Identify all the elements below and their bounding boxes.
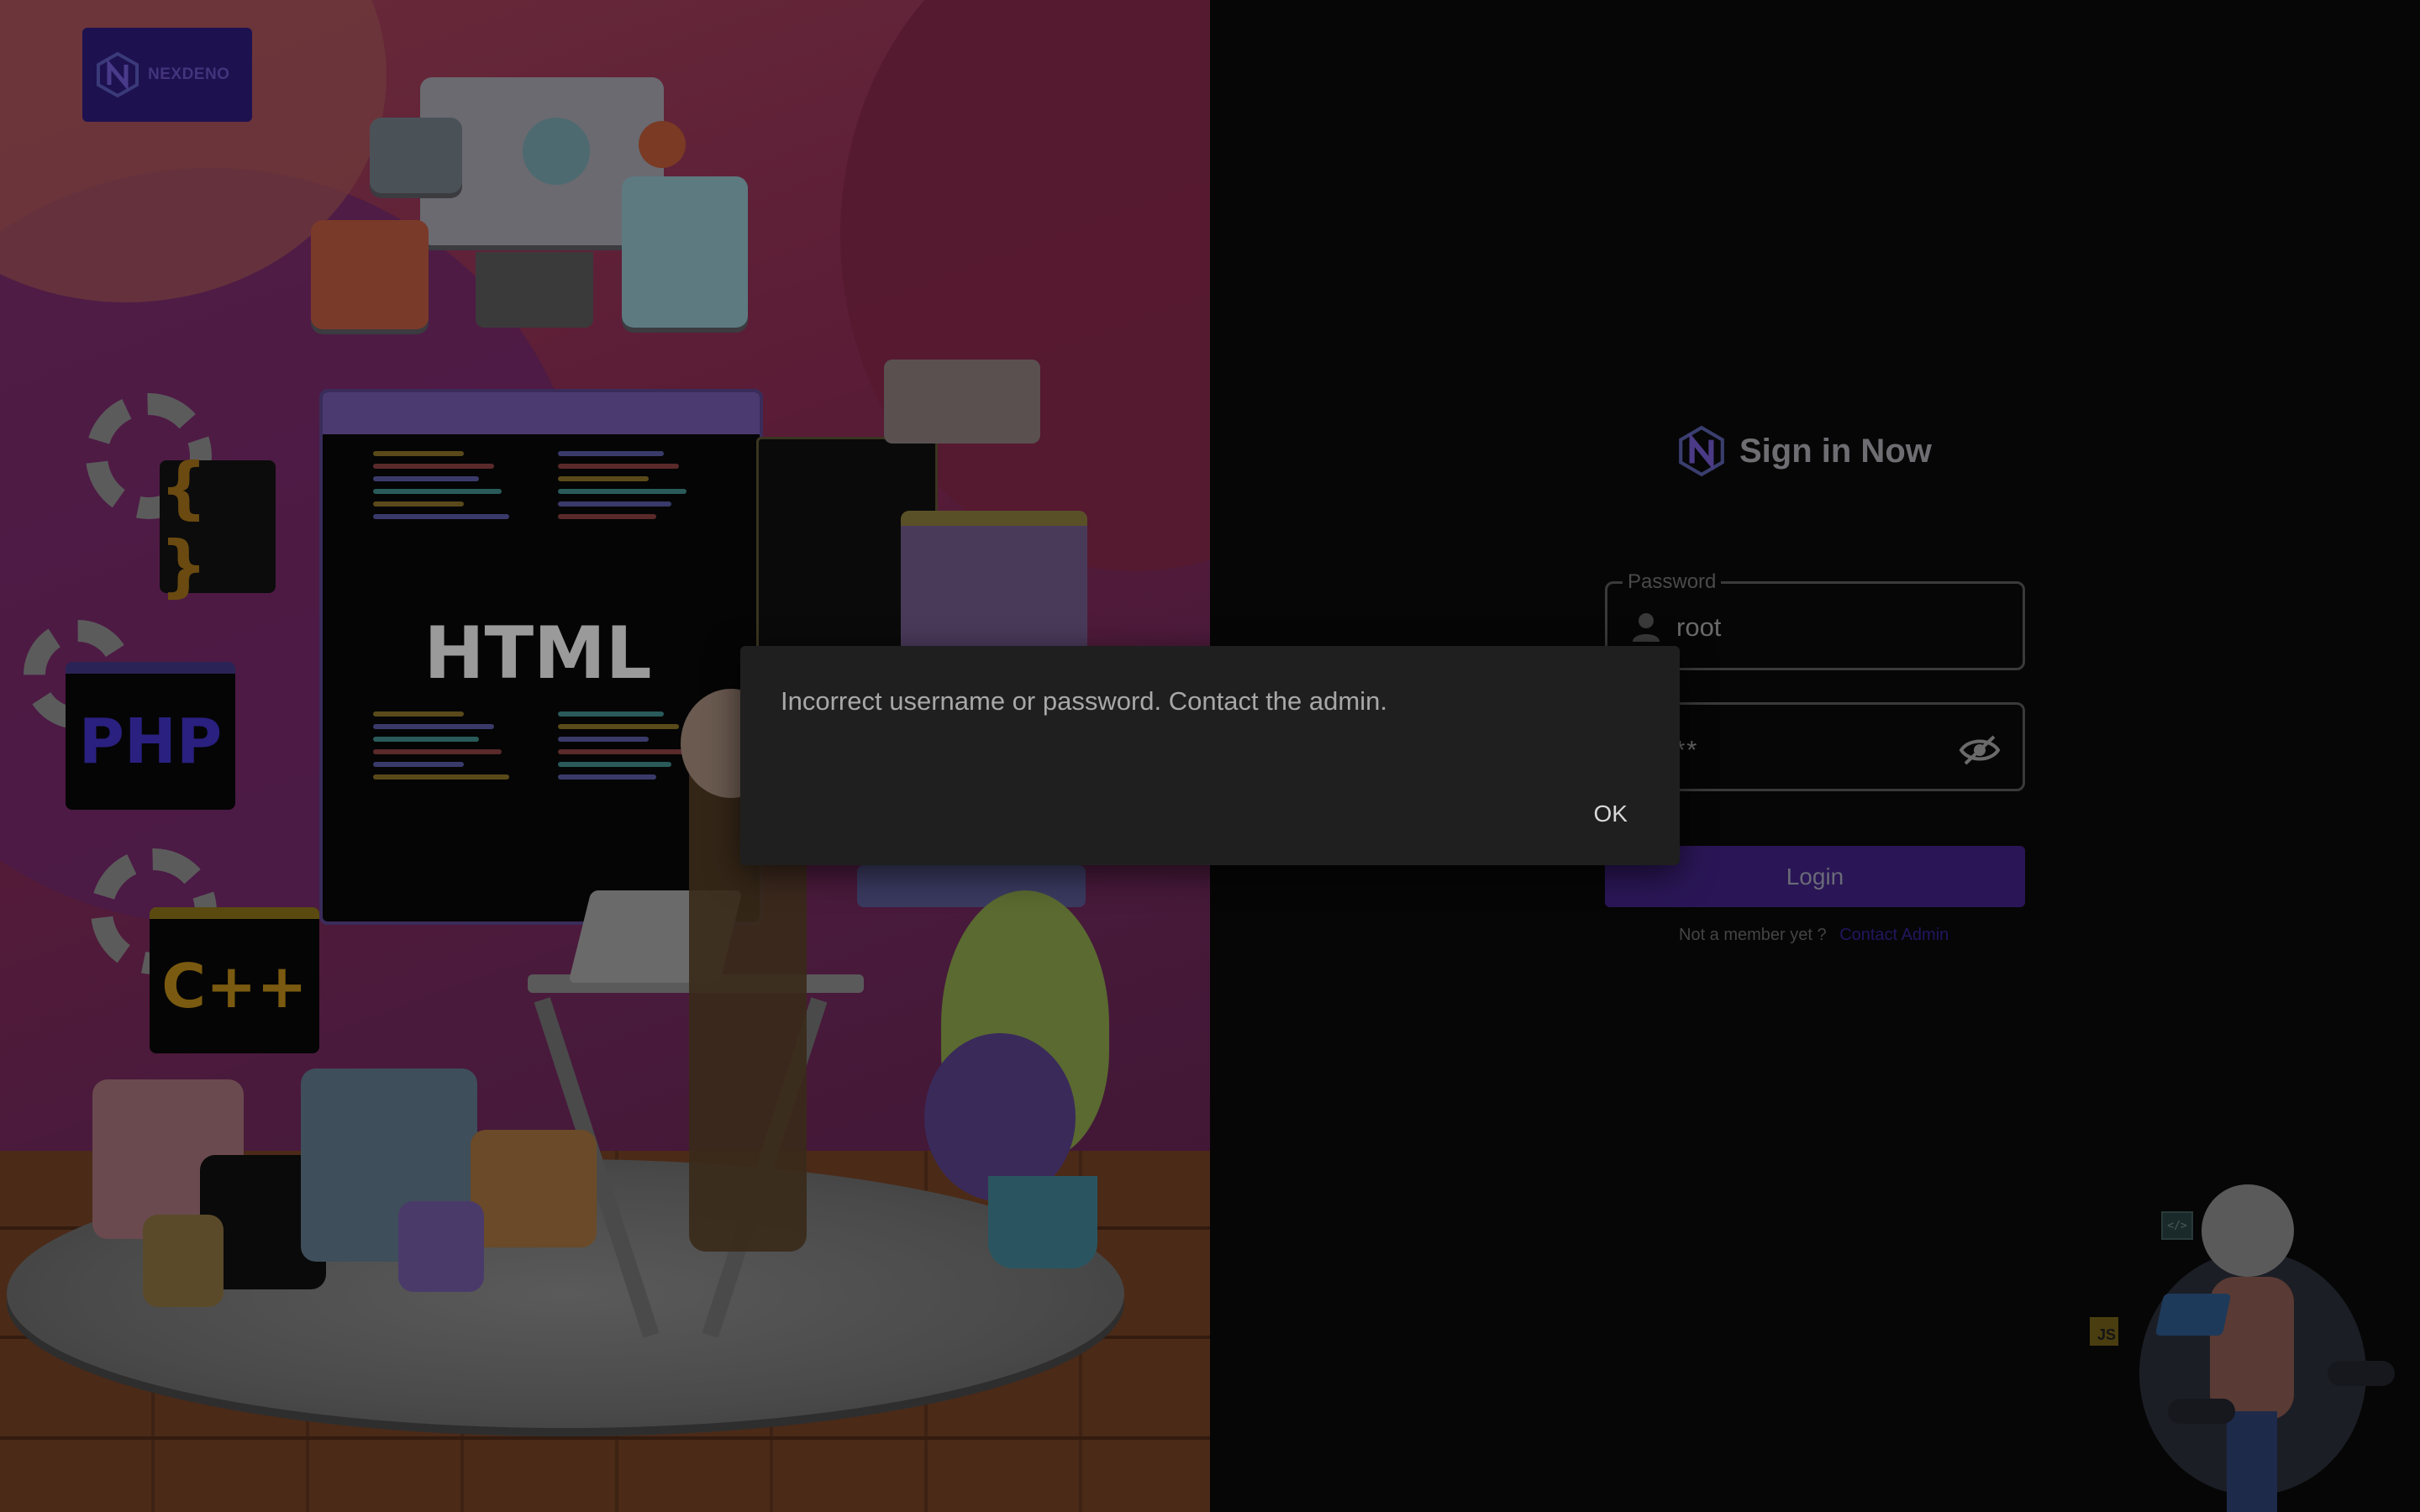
ok-button[interactable]: OK <box>1584 794 1638 834</box>
error-dialog: Incorrect username or password. Contact … <box>740 646 1680 865</box>
error-message: Incorrect username or password. Contact … <box>781 686 1387 716</box>
